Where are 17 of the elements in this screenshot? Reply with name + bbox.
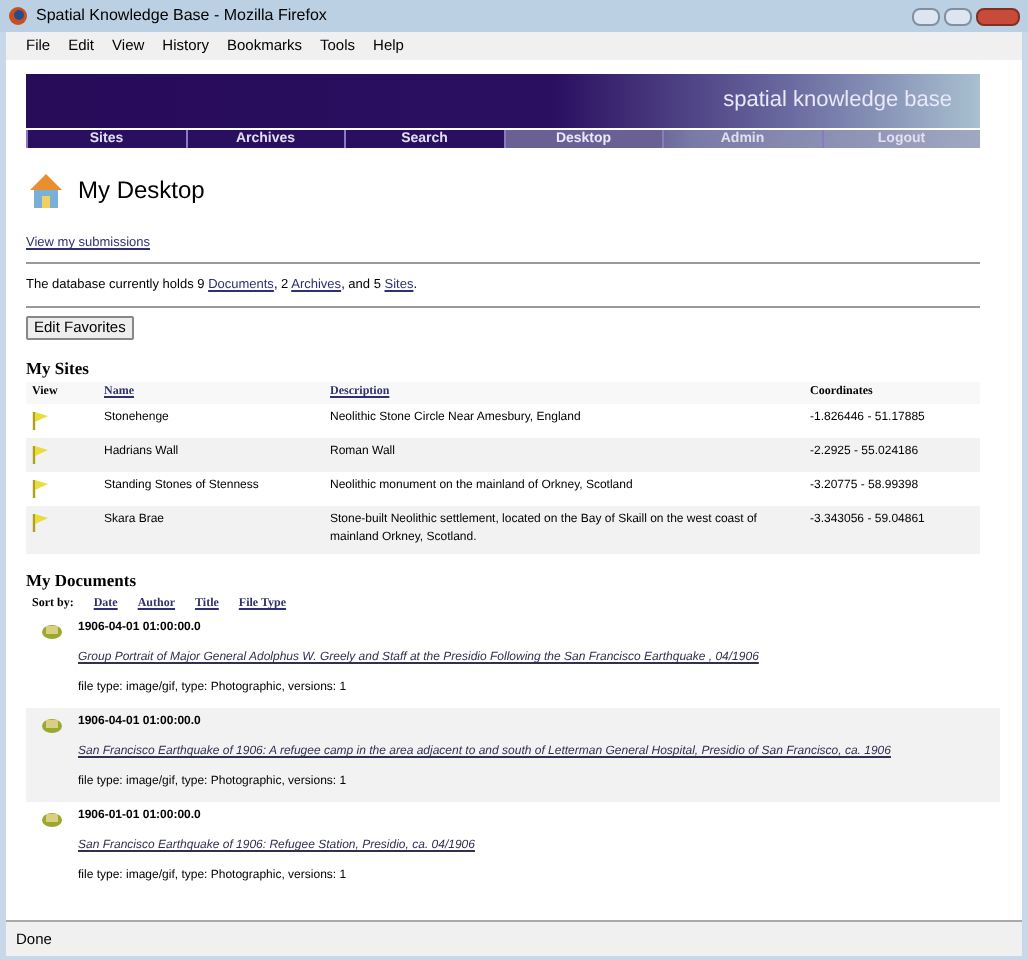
document-icon[interactable]: [40, 716, 64, 734]
banner-title: spatial knowledge base: [723, 86, 952, 117]
flag-icon[interactable]: [32, 478, 50, 501]
minimize-button[interactable]: [912, 7, 940, 25]
flag-icon[interactable]: [32, 410, 50, 433]
section-heading: My Documents: [26, 568, 139, 594]
page-title: My Desktop: [78, 174, 205, 208]
window-title: Spatial Knowledge Base - Mozilla Firefox: [36, 4, 327, 28]
flag-icon[interactable]: [32, 444, 50, 467]
document-icon[interactable]: [40, 622, 64, 640]
section-heading: My Sites: [26, 355, 91, 381]
house-icon: [26, 170, 66, 210]
browser-logo-icon: [8, 6, 28, 26]
document-icon[interactable]: [40, 810, 64, 828]
flag-icon[interactable]: [32, 512, 50, 535]
close-button[interactable]: [976, 7, 1020, 25]
maximize-button[interactable]: [944, 7, 972, 25]
